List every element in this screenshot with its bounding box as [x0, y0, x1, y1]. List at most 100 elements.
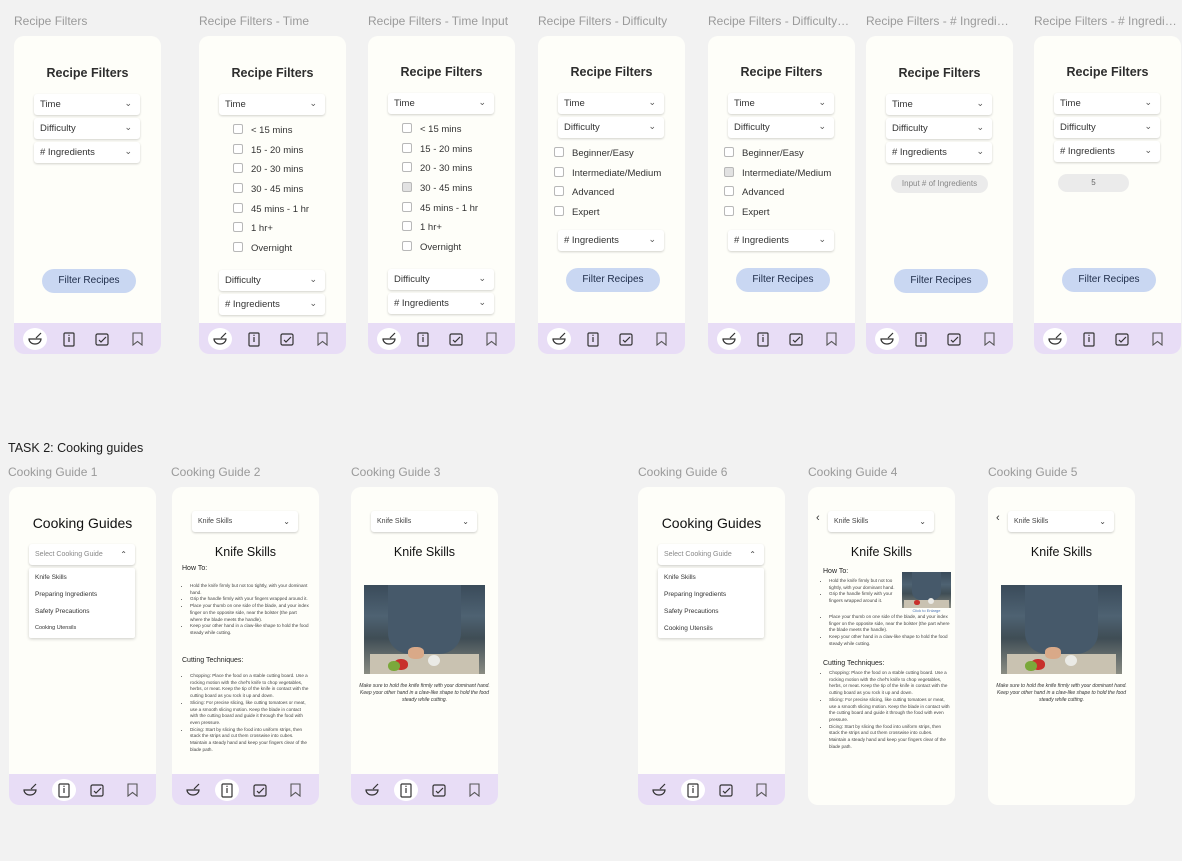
filter-recipes-button[interactable]: Filter Recipes [42, 269, 136, 293]
chef-bowl-icon[interactable] [20, 780, 40, 800]
bookmark-icon[interactable] [127, 329, 147, 349]
checkbox[interactable] [233, 222, 243, 232]
difficulty-option[interactable]: Expert [724, 206, 769, 220]
checklist-icon[interactable] [446, 329, 466, 349]
ingredients-dropdown[interactable]: # Ingredients ⌄ [34, 142, 140, 163]
checklist-icon[interactable] [250, 780, 270, 800]
time-option[interactable]: Overnight [402, 241, 461, 255]
time-dropdown[interactable]: Time ⌄ [886, 94, 992, 115]
time-dropdown[interactable]: Time ⌄ [34, 94, 140, 115]
ingredients-dropdown[interactable]: # Ingredients ⌄ [728, 230, 834, 251]
recipe-book-icon[interactable] [215, 779, 239, 801]
time-dropdown[interactable]: Time ⌄ [388, 93, 494, 114]
time-option[interactable]: 20 - 30 mins [402, 162, 472, 176]
difficulty-option[interactable]: Advanced [724, 186, 784, 200]
recipe-book-icon[interactable] [244, 329, 264, 349]
difficulty-dropdown[interactable]: Difficulty ⌄ [219, 270, 325, 291]
bookmark-icon[interactable] [1147, 329, 1167, 349]
filter-recipes-button[interactable]: Filter Recipes [1062, 268, 1156, 292]
chef-bowl-icon[interactable] [649, 780, 669, 800]
checkbox-checked[interactable] [402, 182, 412, 192]
bookmark-icon[interactable] [122, 780, 142, 800]
knife-skills-photo[interactable] [1001, 585, 1122, 674]
ingredients-dropdown[interactable]: # Ingredients ⌄ [1054, 141, 1160, 162]
checklist-icon[interactable] [1112, 329, 1132, 349]
chef-bowl-icon[interactable] [717, 328, 741, 350]
checkbox[interactable] [724, 206, 734, 216]
difficulty-dropdown[interactable]: Difficulty ⌄ [1054, 117, 1160, 138]
checklist-icon[interactable] [716, 780, 736, 800]
chef-bowl-icon[interactable] [23, 328, 47, 350]
checkbox[interactable] [402, 202, 412, 212]
checkbox[interactable] [402, 162, 412, 172]
recipe-book-icon[interactable] [1079, 329, 1099, 349]
bookmark-icon[interactable] [821, 329, 841, 349]
recipe-book-icon[interactable] [59, 329, 79, 349]
menu-item[interactable]: Safety Precautions [664, 608, 719, 615]
difficulty-option[interactable]: Beginner/Easy [724, 147, 804, 161]
checkbox[interactable] [554, 167, 564, 177]
time-option[interactable]: 45 mins - 1 hr [233, 203, 309, 217]
checklist-icon[interactable] [616, 329, 636, 349]
difficulty-dropdown[interactable]: Difficulty ⌄ [558, 117, 664, 138]
checkbox[interactable] [402, 221, 412, 231]
recipe-book-icon[interactable] [681, 779, 705, 801]
filter-recipes-button[interactable]: Filter Recipes [736, 268, 830, 292]
guide-select[interactable]: Knife Skills ⌄ [828, 511, 934, 532]
filter-recipes-button[interactable]: Filter Recipes [566, 268, 660, 292]
guide-select[interactable]: Select Cooking Guide ⌃ [658, 544, 764, 565]
difficulty-dropdown[interactable]: Difficulty ⌄ [728, 117, 834, 138]
guide-select[interactable]: Knife Skills ⌄ [1008, 511, 1114, 532]
recipe-book-icon[interactable] [583, 329, 603, 349]
recipe-book-icon[interactable] [753, 329, 773, 349]
time-option-selected[interactable]: 30 - 45 mins [402, 182, 472, 196]
filter-recipes-button[interactable]: Filter Recipes [894, 269, 988, 293]
chef-bowl-icon[interactable] [183, 780, 203, 800]
chef-bowl-icon[interactable] [208, 328, 232, 350]
time-option[interactable]: 20 - 30 mins [233, 163, 303, 177]
menu-item[interactable]: Cooking Utensils [35, 625, 76, 631]
difficulty-option[interactable]: Advanced [554, 186, 614, 200]
time-option[interactable]: 1 hr+ [402, 221, 442, 235]
difficulty-option[interactable]: Intermediate/Medium [554, 167, 661, 181]
difficulty-dropdown[interactable]: Difficulty ⌄ [34, 118, 140, 139]
time-dropdown[interactable]: Time ⌄ [219, 94, 325, 115]
time-option[interactable]: 15 - 20 mins [233, 144, 303, 158]
ingredients-input[interactable]: Input # of Ingredients [891, 175, 988, 193]
chef-bowl-icon[interactable] [875, 328, 899, 350]
bookmark-icon[interactable] [464, 780, 484, 800]
difficulty-dropdown[interactable]: Difficulty ⌄ [388, 269, 494, 290]
recipe-book-icon[interactable] [394, 779, 418, 801]
chef-bowl-icon[interactable] [362, 780, 382, 800]
time-option[interactable]: < 15 mins [233, 124, 292, 138]
chef-bowl-icon[interactable] [377, 328, 401, 350]
checkbox[interactable] [402, 143, 412, 153]
recipe-book-icon[interactable] [413, 329, 433, 349]
difficulty-dropdown[interactable]: Difficulty ⌄ [886, 118, 992, 139]
bookmark-icon[interactable] [979, 329, 999, 349]
checklist-icon[interactable] [944, 329, 964, 349]
time-dropdown[interactable]: Time ⌄ [728, 93, 834, 114]
checkbox[interactable] [724, 186, 734, 196]
checkbox[interactable] [554, 186, 564, 196]
checklist-icon[interactable] [92, 329, 112, 349]
difficulty-option-selected[interactable]: Intermediate/Medium [724, 167, 831, 181]
checkbox[interactable] [554, 206, 564, 216]
checkbox[interactable] [233, 183, 243, 193]
time-option[interactable]: 1 hr+ [233, 222, 273, 236]
menu-item[interactable]: Safety Precautions [35, 608, 90, 615]
menu-item[interactable]: Knife Skills [664, 574, 696, 581]
guide-select[interactable]: Select Cooking Guide ⌃ [29, 544, 135, 565]
checkbox[interactable] [233, 124, 243, 134]
menu-item[interactable]: Preparing Ingredients [664, 591, 726, 598]
bookmark-icon[interactable] [751, 780, 771, 800]
ingredients-dropdown[interactable]: # Ingredients ⌄ [886, 142, 992, 163]
time-dropdown[interactable]: Time ⌄ [558, 93, 664, 114]
time-option[interactable]: 15 - 20 mins [402, 143, 472, 157]
checkbox[interactable] [402, 241, 412, 251]
knife-skills-thumbnail[interactable] [902, 572, 951, 608]
checklist-icon[interactable] [786, 329, 806, 349]
difficulty-option[interactable]: Beginner/Easy [554, 147, 634, 161]
checkbox-checked[interactable] [724, 167, 734, 177]
bookmark-icon[interactable] [312, 329, 332, 349]
